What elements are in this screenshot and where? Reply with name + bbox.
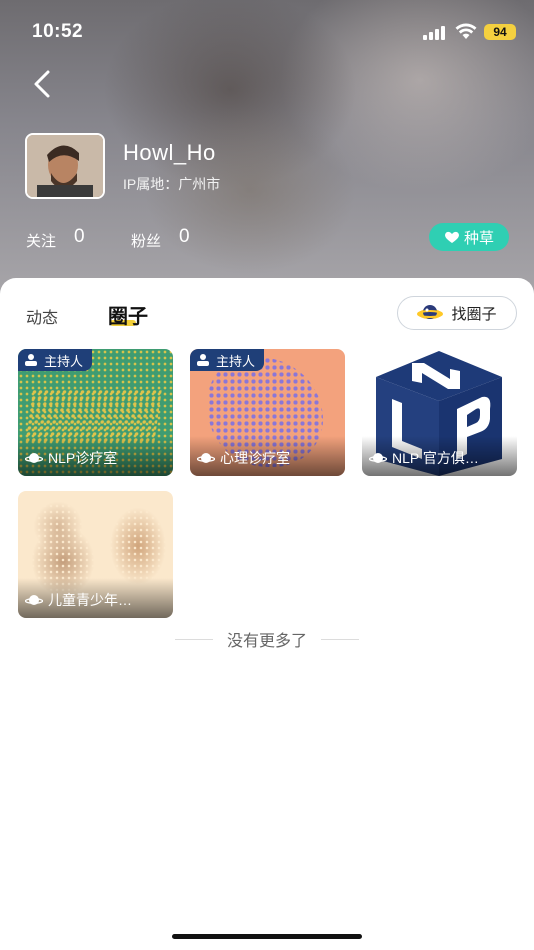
circle-name: NLP 官方俱… — [392, 450, 479, 466]
status-bar: 10:52 94 — [0, 18, 534, 48]
tab-quanzi[interactable]: 圈子 — [108, 300, 148, 329]
avatar[interactable] — [25, 133, 105, 199]
username: Howl_Ho — [123, 140, 216, 165]
circle-name: 心理诊疗室 — [220, 450, 290, 466]
ip-location: IP属地：广州市 — [123, 176, 221, 192]
host-badge-label: 主持人 — [44, 353, 84, 369]
host-badge: 主持人 — [190, 349, 265, 371]
planet-icon — [369, 453, 387, 463]
circle-card[interactable]: NLP 官方俱… — [362, 349, 517, 476]
circle-card[interactable]: 主持人 NLP诊疗室 — [18, 349, 173, 476]
host-badge: 主持人 — [18, 349, 93, 371]
battery-indicator: 94 — [484, 24, 516, 40]
circle-name-row: 心理诊疗室 — [197, 448, 290, 468]
find-circle-label: 找圈子 — [451, 305, 497, 323]
heart-sprout-icon — [445, 231, 459, 243]
planet-icon — [197, 453, 215, 463]
planet-icon — [417, 305, 444, 319]
no-more-indicator: 没有更多了 — [0, 627, 534, 651]
signal-icon — [423, 26, 449, 40]
circle-name: 儿童青少年… — [48, 592, 132, 608]
planet-icon — [25, 595, 43, 605]
host-person-icon — [25, 354, 37, 366]
home-indicator[interactable] — [172, 934, 362, 939]
avatar-photo — [27, 135, 103, 197]
divider-line — [174, 638, 213, 640]
wifi-icon — [455, 23, 477, 39]
followers-label[interactable]: 粉丝 — [131, 230, 161, 251]
circle-name-row: 儿童青少年… — [25, 590, 132, 610]
tab-dongtai[interactable]: 动态 — [26, 304, 58, 328]
divider-line — [321, 638, 359, 640]
following-count[interactable]: 0 — [74, 226, 85, 248]
host-person-icon — [197, 354, 209, 366]
zhongcao-label: 种草 — [463, 229, 494, 247]
status-time: 10:52 — [32, 21, 84, 42]
host-badge-label: 主持人 — [216, 353, 256, 369]
following-label[interactable]: 关注 — [26, 230, 56, 251]
find-circle-button[interactable]: 找圈子 — [397, 296, 517, 330]
back-arrow-icon[interactable] — [28, 68, 58, 100]
circle-name: NLP诊疗室 — [48, 450, 118, 466]
circle-card[interactable]: 主持人 心理诊疗室 — [190, 349, 345, 476]
circle-card[interactable]: 儿童青少年… — [18, 491, 173, 618]
circle-name-row: NLP诊疗室 — [25, 448, 117, 468]
planet-icon — [25, 453, 43, 463]
followers-count[interactable]: 0 — [179, 226, 190, 248]
zhongcao-button[interactable]: 种草 — [429, 223, 509, 251]
circle-name-row: NLP 官方俱… — [369, 448, 479, 468]
no-more-text: 没有更多了 — [226, 633, 307, 650]
